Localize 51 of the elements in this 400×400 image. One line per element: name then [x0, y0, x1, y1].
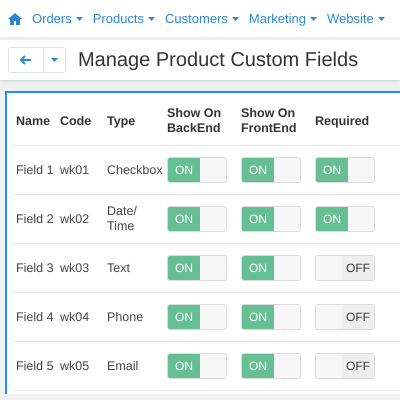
column-header: Type	[107, 114, 136, 128]
caret-icon	[378, 16, 385, 20]
table-cell: Field 4	[16, 310, 54, 324]
table-cell: wk01	[60, 162, 90, 176]
arrow-left-icon	[20, 55, 32, 65]
toggle-switch[interactable]: OFF	[315, 304, 375, 330]
table-cell: Email	[107, 358, 138, 374]
toggle-switch[interactable]: ON	[241, 353, 301, 379]
column-header: Show On BackEnd	[167, 106, 222, 135]
table-cell: Text	[107, 260, 130, 276]
toggle-switch[interactable]: ON	[315, 206, 375, 232]
caret-icon	[310, 16, 317, 20]
dropdown-button[interactable]	[43, 48, 65, 72]
page-title: Manage Product Custom Fields	[78, 48, 358, 72]
toggle-switch[interactable]: ON	[241, 157, 301, 183]
column-header: Name	[16, 114, 50, 128]
nav-link[interactable]: Marketing	[248, 11, 317, 26]
toggle-switch[interactable]: OFF	[315, 353, 375, 379]
caret-icon	[232, 16, 239, 20]
column-header: Code	[60, 114, 92, 128]
nav-link[interactable]: Customers	[165, 11, 239, 26]
toggle-switch[interactable]: ON	[241, 255, 301, 281]
toggle-switch[interactable]: ON	[167, 304, 227, 330]
table-cell: Date/ Time	[107, 204, 137, 234]
toggle-switch[interactable]: ON	[167, 157, 227, 183]
nav-link[interactable]: Orders	[32, 11, 83, 26]
table-cell: wk05	[60, 358, 90, 372]
column-header: Show On FrontEnd	[241, 106, 297, 135]
caret-icon	[76, 16, 83, 20]
toggle-switch[interactable]: ON	[241, 304, 301, 330]
table-cell: wk03	[60, 260, 90, 274]
table-cell: Field 2	[16, 212, 54, 226]
table-cell: Field 1	[16, 162, 54, 176]
toggle-switch[interactable]: ON	[241, 206, 301, 232]
caret-icon	[148, 16, 156, 20]
toggle-switch[interactable]: ON	[167, 353, 227, 379]
nav-link[interactable]: Website	[326, 11, 385, 26]
table-cell: Phone	[107, 310, 144, 324]
nav-link[interactable]: Products	[92, 11, 156, 26]
table-cell: wk04	[60, 310, 90, 324]
toggle-switch[interactable]: ON	[167, 255, 227, 281]
table-cell: Field 3	[16, 260, 54, 274]
caret-icon	[51, 58, 58, 62]
table-cell: Field 5	[16, 358, 54, 372]
toggle-switch[interactable]: ON	[315, 157, 375, 183]
toggle-switch[interactable]: OFF	[315, 255, 375, 281]
home-icon[interactable]	[8, 12, 22, 24]
column-header: Required	[315, 114, 370, 128]
table-cell: Checkbox	[107, 162, 163, 178]
toggle-switch[interactable]: ON	[167, 206, 227, 232]
table-cell: wk02	[60, 212, 90, 226]
